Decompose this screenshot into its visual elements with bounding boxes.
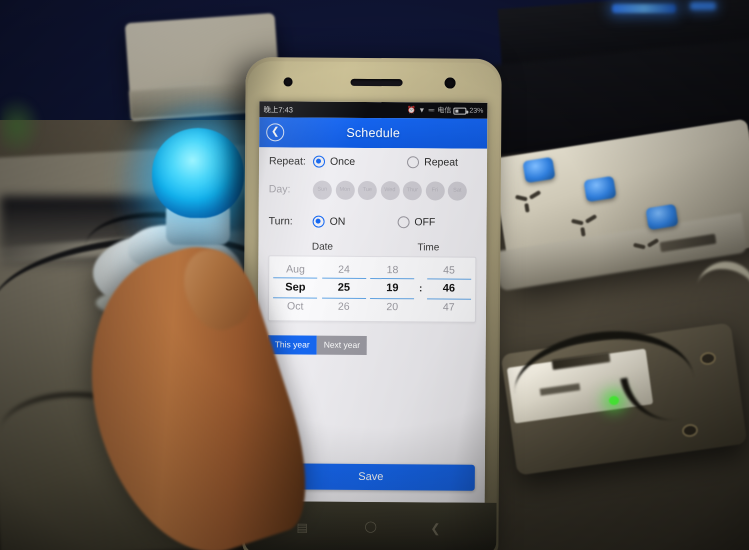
radio-repeat-indicator[interactable] xyxy=(407,156,420,169)
day-chip-group: Sun Mon Tue Wed Thur Fri Sat xyxy=(312,180,477,201)
router-led-secondary-icon xyxy=(690,2,716,10)
status-bar-time: 晚上7:43 xyxy=(263,104,294,114)
picker-column-month[interactable]: Aug Sep Oct xyxy=(271,261,320,315)
radio-option-on[interactable]: ON xyxy=(312,215,346,228)
phone-top-bezel xyxy=(247,61,499,103)
power-strip-switch-2 xyxy=(583,175,617,203)
signal-bars-icon: ≕ xyxy=(427,107,435,115)
alarm-clock-icon: ⏰ xyxy=(407,107,416,115)
month-next-value[interactable]: Oct xyxy=(273,297,318,315)
repeat-label: Repeat: xyxy=(268,155,306,168)
front-camera-icon xyxy=(444,77,456,89)
plant-blur xyxy=(0,96,42,156)
radio-off-indicator[interactable] xyxy=(397,216,410,229)
radio-off-label: OFF xyxy=(414,216,436,229)
router-led-strip-icon xyxy=(612,4,676,13)
day-current-value[interactable]: 25 xyxy=(322,279,366,298)
radio-option-repeat[interactable]: Repeat xyxy=(407,156,459,169)
hour-current-value[interactable]: 19 xyxy=(370,279,414,298)
day-row: Day: Sun Mon Tue Wed Thur Fri Sat xyxy=(269,175,477,204)
day-chip-sat: Sat xyxy=(447,181,467,201)
date-column-header: Date xyxy=(311,241,334,253)
turn-row: Turn: ON OFF xyxy=(269,207,477,236)
month-current-value[interactable]: Sep xyxy=(273,278,317,297)
day-chip-mon: Mon xyxy=(335,180,355,200)
home-circle-icon[interactable]: ◯ xyxy=(364,521,376,533)
sonoff-green-led-icon xyxy=(609,396,619,405)
day-chip-tue: Tue xyxy=(357,180,377,200)
radio-once-indicator[interactable] xyxy=(312,155,326,168)
repeat-row: Repeat: Once Repeat xyxy=(269,147,477,176)
wifi-icon: ▼ xyxy=(418,106,426,114)
chevron-left-icon: ❮ xyxy=(270,126,280,138)
picker-column-minute[interactable]: 45 46 47 xyxy=(424,262,473,316)
radio-on-label: ON xyxy=(329,215,346,228)
picker-column-day[interactable]: 24 25 26 xyxy=(319,261,368,315)
time-column-header: Time xyxy=(417,242,440,254)
day-chip-wed: Wed xyxy=(380,180,400,200)
battery-percent-label: 23% xyxy=(469,107,484,115)
picker-headers: Date Time xyxy=(268,241,476,254)
hour-prev-value[interactable]: 18 xyxy=(370,261,415,280)
minute-current-value[interactable]: 46 xyxy=(427,279,471,298)
repeat-radio-group: Once Repeat xyxy=(312,155,477,169)
earpiece-speaker-icon xyxy=(350,78,403,87)
day-chip-thur: Thur xyxy=(402,180,422,200)
proximity-sensor-icon xyxy=(283,77,293,87)
hour-next-value[interactable]: 20 xyxy=(370,297,415,316)
month-prev-value[interactable]: Aug xyxy=(273,261,318,279)
radio-once-label: Once xyxy=(329,155,356,168)
day-prev-value[interactable]: 24 xyxy=(322,261,366,279)
battery-icon xyxy=(453,107,467,115)
status-bar-icons: ⏰ ▼ ≕ 电信 23% xyxy=(407,105,483,116)
radio-option-off[interactable]: OFF xyxy=(397,216,435,228)
radio-repeat-label: Repeat xyxy=(424,156,459,169)
day-chip-sun: Sun xyxy=(312,180,332,200)
year-tab-group: This year Next year xyxy=(267,335,476,355)
radio-option-once[interactable]: Once xyxy=(312,155,356,168)
photo-scene: 晚上7:43 ⏰ ▼ ≕ 电信 23% ❮ Schedule Repeat: O… xyxy=(0,0,749,550)
menu-icon[interactable]: ▤ xyxy=(296,520,307,534)
day-chip-fri: Fri xyxy=(425,180,445,201)
day-label: Day: xyxy=(268,183,291,196)
minute-prev-value[interactable]: 45 xyxy=(427,262,471,280)
turn-label: Turn: xyxy=(268,215,293,228)
turn-radio-group: ON OFF xyxy=(312,215,477,229)
blue-led-bulb xyxy=(152,128,244,218)
radio-on-indicator[interactable] xyxy=(312,215,325,228)
back-button[interactable]: ❮ xyxy=(266,123,285,142)
power-strip-switch-1 xyxy=(522,156,556,184)
tab-next-year[interactable]: Next year xyxy=(316,335,368,355)
app-bar: ❮ Schedule xyxy=(259,117,488,149)
picker-column-hour[interactable]: 18 19 20 xyxy=(368,261,417,316)
colon-glyph: : xyxy=(418,283,423,295)
page-title: Schedule xyxy=(346,125,401,141)
day-next-value[interactable]: 26 xyxy=(321,297,366,315)
carrier-label: 电信 xyxy=(437,107,452,115)
power-strip-switch-3 xyxy=(645,203,679,231)
datetime-picker[interactable]: Aug Sep Oct 24 25 26 18 19 20: 45 46 47 xyxy=(267,255,477,323)
back-triangle-icon[interactable]: ❮ xyxy=(430,521,440,535)
tab-this-year[interactable]: This year xyxy=(267,335,317,355)
minute-next-value[interactable]: 47 xyxy=(426,298,471,316)
status-bar: 晚上7:43 ⏰ ▼ ≕ 电信 23% xyxy=(259,101,488,119)
